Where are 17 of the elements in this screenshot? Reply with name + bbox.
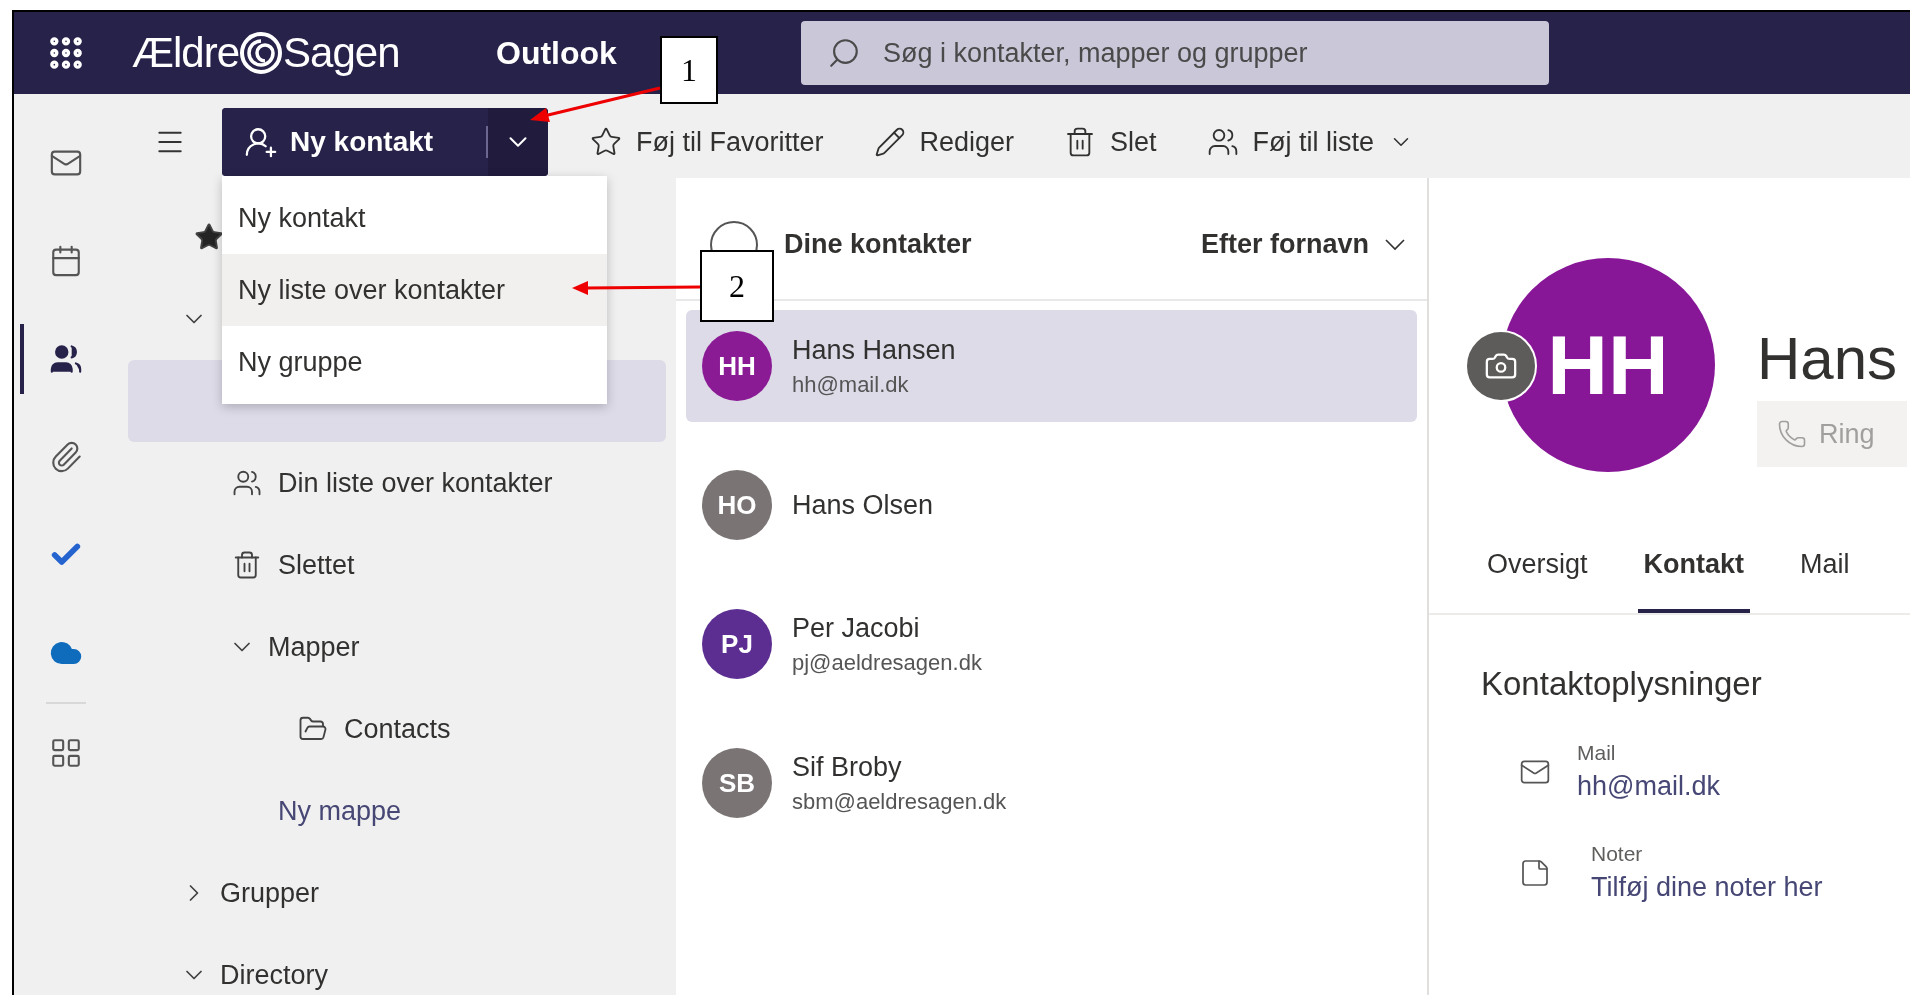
avatar: HO <box>702 470 772 540</box>
avatar: SB <box>702 748 772 818</box>
logo-text: Sagen <box>283 29 400 77</box>
contact-email: pj@aeldresagen.dk <box>792 649 982 676</box>
callout-tooltip: 1 <box>660 36 718 104</box>
section-title: Kontaktoplysninger <box>1481 665 1763 703</box>
avatar: PJ <box>702 609 772 679</box>
avatar: HH <box>702 331 772 401</box>
callout-tooltip: 2 <box>700 250 774 322</box>
contact-email: hh@mail.dk <box>792 371 910 398</box>
field-label: Noter <box>1591 842 1644 866</box>
list-title: Dine kontakter <box>784 229 973 260</box>
field-label: Mail <box>1577 741 1617 765</box>
logo-text: Ældre <box>132 29 240 77</box>
app-name: Outlook <box>496 34 617 72</box>
contact-email: sbm@aeldresagen.dk <box>792 788 1007 815</box>
contact-name: Hans <box>1757 324 1899 393</box>
